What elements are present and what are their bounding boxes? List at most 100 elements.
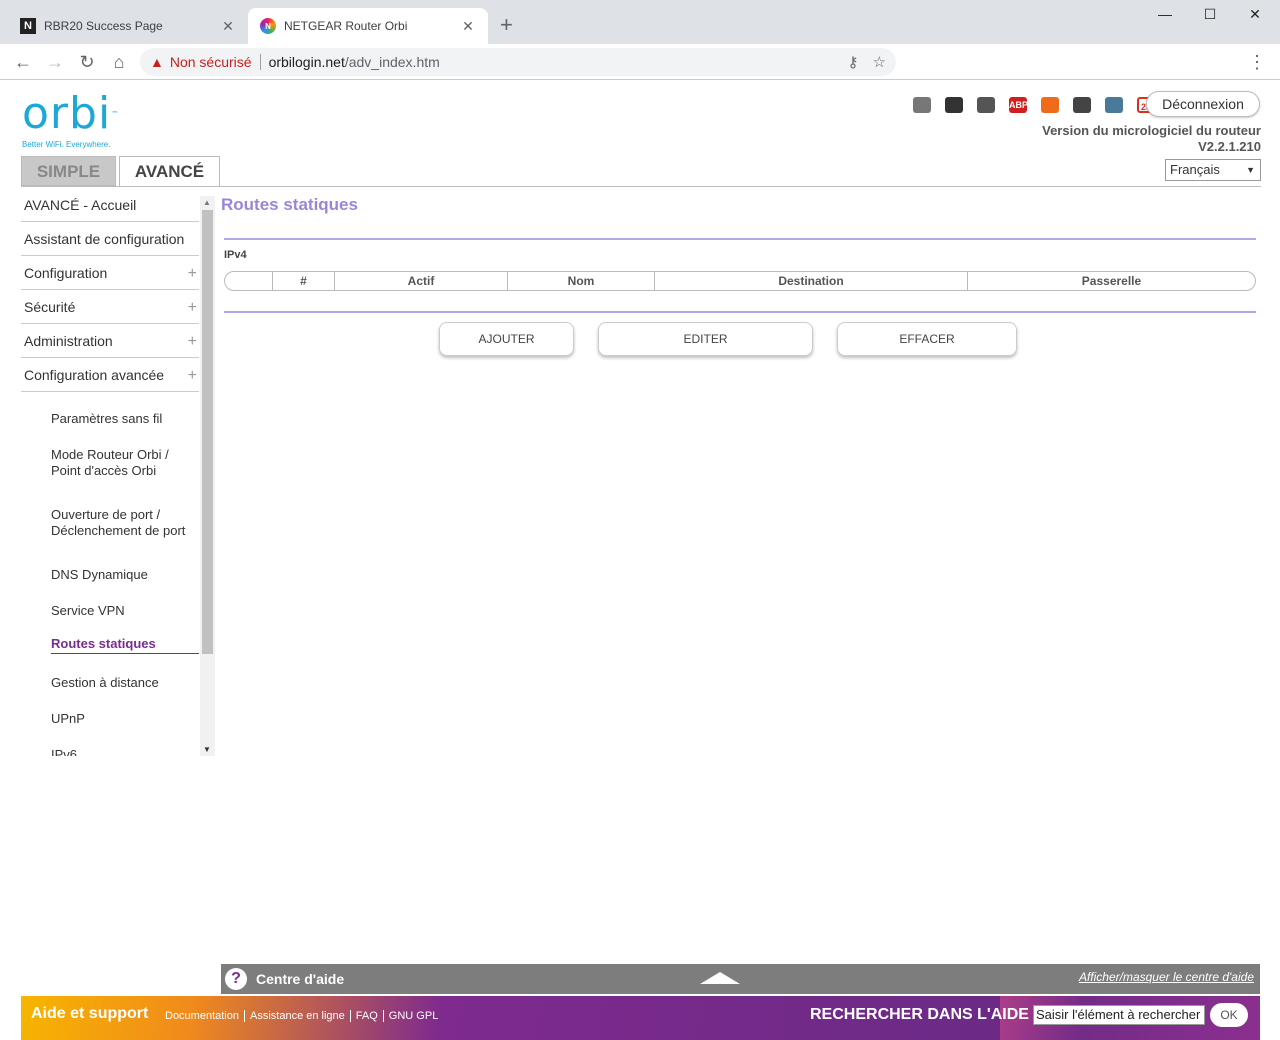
new-tab-button[interactable]: +	[500, 14, 513, 36]
sidebar-scrollbar[interactable]: ▲ ▼	[200, 196, 215, 756]
ext-map-icon[interactable]	[1105, 97, 1123, 113]
address-bar[interactable]: ▲ Non sécurisé orbilogin.net/adv_index.h…	[140, 48, 896, 76]
minimize-button[interactable]: —	[1150, 6, 1180, 22]
ext-cube-icon[interactable]	[1073, 97, 1091, 113]
divider	[259, 54, 261, 70]
adblock-plus-icon[interactable]: ABP	[1009, 97, 1028, 113]
help-center-label: Centre d'aide	[256, 971, 345, 987]
help-search-label: RECHERCHER DANS L'AIDE	[810, 1006, 1029, 1023]
sidebar-item-label: Configuration avancée	[24, 366, 165, 383]
expand-plus-icon[interactable]: +	[188, 265, 197, 283]
help-toggle-link[interactable]: Afficher/masquer le centre d'aide	[1079, 970, 1254, 984]
home-icon[interactable]: ⌂	[108, 51, 130, 73]
static-routes-table-header: # Actif Nom Destination Passerelle	[224, 271, 1256, 291]
help-search-ok-button[interactable]: OK	[1210, 1003, 1248, 1027]
logout-button[interactable]: Déconnexion	[1146, 91, 1260, 117]
page-title: Routes statiques	[221, 195, 358, 214]
tab-close-icon[interactable]: ✕	[220, 18, 236, 35]
sidebar-item-security[interactable]: Sécurité +	[21, 290, 199, 324]
column-header-select	[225, 272, 273, 290]
window-close-button[interactable]: ✕	[1240, 6, 1270, 23]
logo-text: orbi	[22, 88, 112, 139]
divider	[224, 311, 1256, 313]
reload-icon[interactable]: ↻	[76, 51, 98, 73]
language-value: Français	[1170, 162, 1220, 177]
sidebar-item-label: Configuration	[24, 264, 108, 281]
help-question-icon[interactable]: ?	[225, 968, 247, 990]
sidebar-item-setup-wizard[interactable]: Assistant de configuration	[21, 222, 199, 256]
link-documentation[interactable]: Documentation	[160, 1010, 245, 1022]
chevron-down-icon: ▼	[1246, 165, 1255, 175]
sidebar-item-label: Administration	[24, 332, 113, 349]
logo-tagline: Better WiFi. Everywhere.	[22, 140, 111, 149]
scroll-down-icon[interactable]: ▼	[203, 745, 211, 754]
sidebar-subitem-vpn[interactable]: Service VPN	[51, 603, 125, 619]
expand-plus-icon[interactable]: +	[188, 367, 197, 385]
sidebar-subitem-remote-management[interactable]: Gestion à distance	[51, 675, 159, 691]
sidebar-subitem-router-ap-mode[interactable]: Mode Routeur Orbi / Point d'accès Orbi	[51, 447, 181, 479]
maximize-button[interactable]: ☐	[1195, 6, 1225, 23]
link-gnu-gpl[interactable]: GNU GPL	[384, 1010, 444, 1022]
netgear-favicon-icon: N	[260, 18, 276, 34]
key-icon[interactable]: ⚷	[848, 53, 859, 71]
help-search-input[interactable]: Saisir l'élément à rechercher	[1033, 1005, 1205, 1025]
add-button[interactable]: AJOUTER	[439, 322, 574, 356]
tab-simple[interactable]: SIMPLE	[21, 156, 116, 186]
browser-tab-netgear[interactable]: N NETGEAR Router Orbi ✕	[248, 8, 488, 44]
column-header-gateway: Passerelle	[1081, 274, 1142, 288]
link-faq[interactable]: FAQ	[351, 1010, 384, 1022]
tab-title: RBR20 Success Page	[44, 19, 163, 33]
edit-button[interactable]: EDITER	[598, 322, 813, 356]
divider	[21, 186, 1261, 187]
divider	[224, 238, 1256, 240]
expand-plus-icon[interactable]: +	[188, 299, 197, 317]
column-header-name: Nom	[508, 272, 655, 290]
footer-links: Documentation Assistance en ligne FAQ GN…	[160, 1010, 443, 1022]
back-icon[interactable]: ←	[12, 51, 34, 73]
column-header-number: #	[273, 272, 335, 290]
help-center-bar: ? Centre d'aide Afficher/masquer le cent…	[221, 964, 1260, 994]
url-path: /adv_index.htm	[344, 54, 440, 70]
language-select[interactable]: Français ▼	[1165, 159, 1261, 181]
menu-kebab-icon[interactable]: ⋮	[1246, 51, 1268, 73]
sidebar-item-label: AVANCÉ - Accueil	[24, 196, 137, 213]
sidebar-subitem-wireless[interactable]: Paramètres sans fil	[51, 411, 162, 427]
scrollbar-thumb[interactable]	[202, 210, 213, 654]
sidebar-item-advanced-home[interactable]: AVANCÉ - Accueil	[21, 188, 199, 222]
firmware-label: Version du micrologiciel du routeur	[1042, 123, 1261, 138]
sidebar-subitem-port-forwarding[interactable]: Ouverture de port / Déclenchement de por…	[51, 507, 196, 539]
hand-icon[interactable]	[913, 97, 931, 113]
forward-icon[interactable]: →	[44, 51, 66, 73]
firmware-version: V2.2.1.210	[1198, 139, 1261, 154]
bookmark-star-icon[interactable]: ☆	[873, 53, 886, 71]
scroll-up-icon[interactable]: ▲	[203, 198, 211, 207]
sidebar-item-configuration[interactable]: Configuration +	[21, 256, 199, 290]
tab-advanced[interactable]: AVANCÉ	[119, 156, 220, 187]
sidebar-item-label: Assistant de configuration	[24, 230, 185, 247]
ext-key-icon[interactable]	[977, 97, 995, 113]
sidebar-subitem-ipv6[interactable]: IPv6	[51, 747, 77, 756]
expand-up-icon[interactable]	[700, 972, 740, 984]
orbi-logo: orbi™ Better WiFi. Everywhere.	[22, 92, 120, 150]
security-label[interactable]: Non sécurisé	[170, 54, 252, 70]
browser-tab-rbr20[interactable]: N RBR20 Success Page ✕	[8, 8, 248, 44]
sidebar-subitem-upnp[interactable]: UPnP	[51, 711, 85, 727]
sidebar-item-administration[interactable]: Administration +	[21, 324, 199, 358]
browser-tab-bar: N RBR20 Success Page ✕ N NETGEAR Router …	[0, 0, 1280, 44]
url-text[interactable]: orbilogin.net/adv_index.htm	[269, 54, 834, 70]
sidebar-item-advanced-config[interactable]: Configuration avancée +	[21, 358, 199, 392]
delete-button[interactable]: EFFACER	[837, 322, 1017, 356]
logo-tm: ™	[111, 110, 120, 118]
ext-orange-icon[interactable]	[1041, 97, 1059, 113]
expand-plus-icon[interactable]: +	[188, 333, 197, 351]
sidebar-subitem-static-routes[interactable]: Routes statiques	[51, 636, 199, 654]
browser-toolbar: ← → ↻ ⌂ ▲ Non sécurisé orbilogin.net/adv…	[0, 44, 1280, 113]
tab-title: NETGEAR Router Orbi	[284, 19, 408, 33]
section-label-ipv4: IPv4	[224, 249, 247, 261]
url-host: orbilogin.net	[268, 54, 345, 70]
sidebar-subitem-dynamic-dns[interactable]: DNS Dynamique	[51, 567, 148, 583]
link-online-support[interactable]: Assistance en ligne	[245, 1010, 351, 1022]
ext-dark-icon[interactable]	[945, 97, 963, 113]
tab-close-icon[interactable]: ✕	[460, 18, 476, 35]
column-header-active: Actif	[335, 272, 508, 290]
